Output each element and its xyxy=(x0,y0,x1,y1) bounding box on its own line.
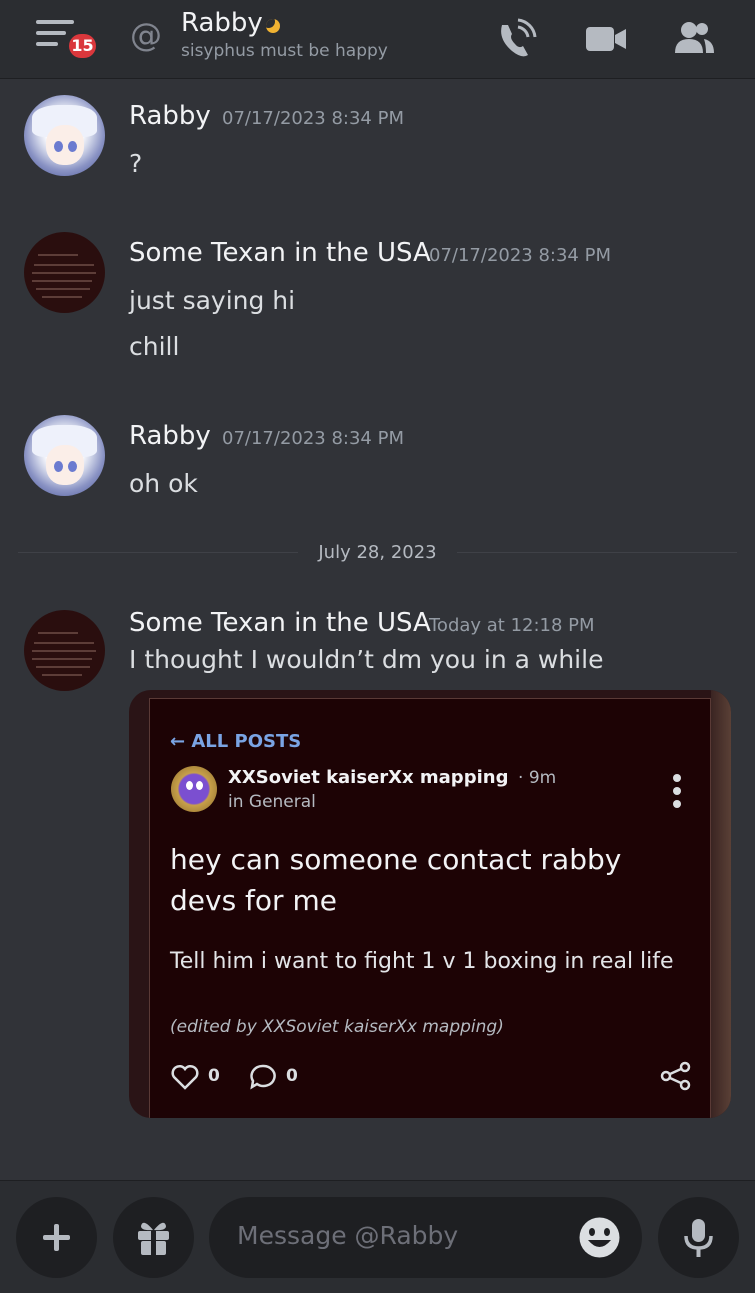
gift-button[interactable] xyxy=(113,1197,194,1278)
message-input-placeholder: Message @Rabby xyxy=(237,1221,459,1250)
idle-status-icon xyxy=(266,19,280,33)
comment-bubble-icon xyxy=(250,1064,276,1090)
post-location: in General xyxy=(228,792,316,812)
forum-post-screenshot: ← ALL POSTS XXSoviet kaiserXx mapping · … xyxy=(149,698,711,1118)
message-input[interactable]: Message @Rabby xyxy=(209,1197,642,1278)
members-icon[interactable] xyxy=(672,17,716,61)
message-group[interactable]: Some Texan in the USA Today at 12:18 PM … xyxy=(0,608,755,691)
post-time: · 9m xyxy=(518,768,557,788)
like-count: 0 xyxy=(208,1066,220,1086)
message-author[interactable]: Rabby xyxy=(129,101,211,131)
message-text: just saying hi xyxy=(129,286,296,315)
post-author: XXSoviet kaiserXx mapping xyxy=(228,767,509,788)
post-body: Tell him i want to fight 1 v 1 boxing in… xyxy=(170,949,674,974)
add-attachment-button[interactable] xyxy=(16,1197,97,1278)
more-options-icon xyxy=(673,774,681,808)
channel-title[interactable]: Rabby xyxy=(181,8,263,38)
voice-message-button[interactable] xyxy=(658,1197,739,1278)
share-icon xyxy=(660,1061,691,1091)
message-author[interactable]: Some Texan in the USA xyxy=(129,608,431,638)
comment-count: 0 xyxy=(286,1066,298,1086)
message-timestamp: 07/17/2023 8:34 PM xyxy=(429,245,611,266)
avatar[interactable] xyxy=(24,232,105,313)
message-text: ? xyxy=(129,149,143,178)
avatar[interactable] xyxy=(24,610,105,691)
microphone-icon xyxy=(684,1219,713,1257)
avatar[interactable] xyxy=(24,415,105,496)
all-posts-link: ← ALL POSTS xyxy=(170,731,302,752)
channel-status-text: sisyphus must be happy xyxy=(181,41,388,61)
post-title: hey can someone contact rabby devs for m… xyxy=(170,843,622,917)
message-author[interactable]: Some Texan in the USA xyxy=(129,238,431,268)
plus-icon xyxy=(43,1224,70,1251)
phone-call-icon[interactable] xyxy=(494,17,538,61)
image-attachment[interactable]: ← ALL POSTS XXSoviet kaiserXx mapping · … xyxy=(129,690,731,1118)
message-text: chill xyxy=(129,332,180,361)
message-text: I thought I wouldn’t dm you in a while xyxy=(129,645,604,674)
message-timestamp: Today at 12:18 PM xyxy=(429,615,595,636)
message-group[interactable]: Rabby 07/17/2023 8:34 PM oh ok xyxy=(0,415,755,505)
heart-icon xyxy=(171,1064,199,1090)
message-author[interactable]: Rabby xyxy=(129,421,211,451)
message-group[interactable]: Some Texan in the USA 07/17/2023 8:34 PM… xyxy=(0,232,755,372)
message-group[interactable]: Rabby 07/17/2023 8:34 PM ? xyxy=(0,95,755,195)
message-timestamp: 07/17/2023 8:34 PM xyxy=(222,428,404,449)
gift-icon xyxy=(138,1222,169,1255)
message-text: oh ok xyxy=(129,469,198,498)
notification-badge: 15 xyxy=(66,31,99,61)
edited-note: (edited by XXSoviet kaiserXx mapping) xyxy=(170,1017,504,1037)
message-timestamp: 07/17/2023 8:34 PM xyxy=(222,108,404,129)
post-avatar xyxy=(171,766,217,812)
avatar[interactable] xyxy=(24,95,105,176)
at-sign-icon: @ xyxy=(130,16,162,54)
arrow-left-icon: ← xyxy=(170,731,186,752)
emoji-icon[interactable] xyxy=(578,1216,621,1259)
date-divider: July 28, 2023 xyxy=(318,542,437,563)
video-camera-icon[interactable] xyxy=(584,17,628,61)
composer-bar: Message @Rabby xyxy=(0,1180,755,1293)
top-bar: 15 @ Rabby sisyphus must be happy xyxy=(0,0,755,79)
